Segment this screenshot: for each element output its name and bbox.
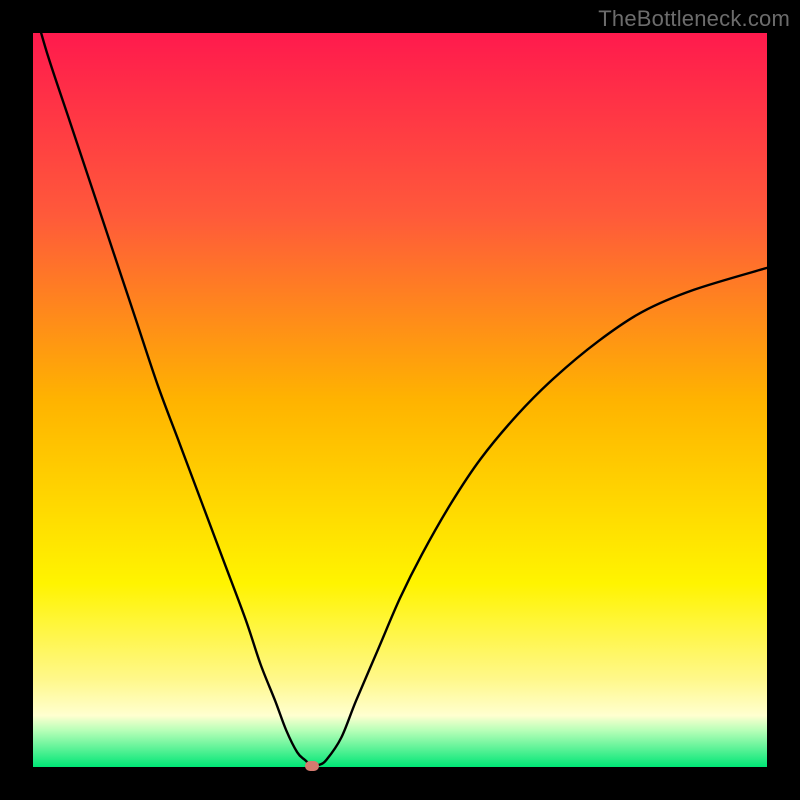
plot-area (33, 33, 767, 767)
minimum-marker (305, 761, 319, 771)
watermark-text: TheBottleneck.com (598, 6, 790, 32)
bottleneck-curve (33, 33, 767, 767)
chart-frame: TheBottleneck.com (0, 0, 800, 800)
